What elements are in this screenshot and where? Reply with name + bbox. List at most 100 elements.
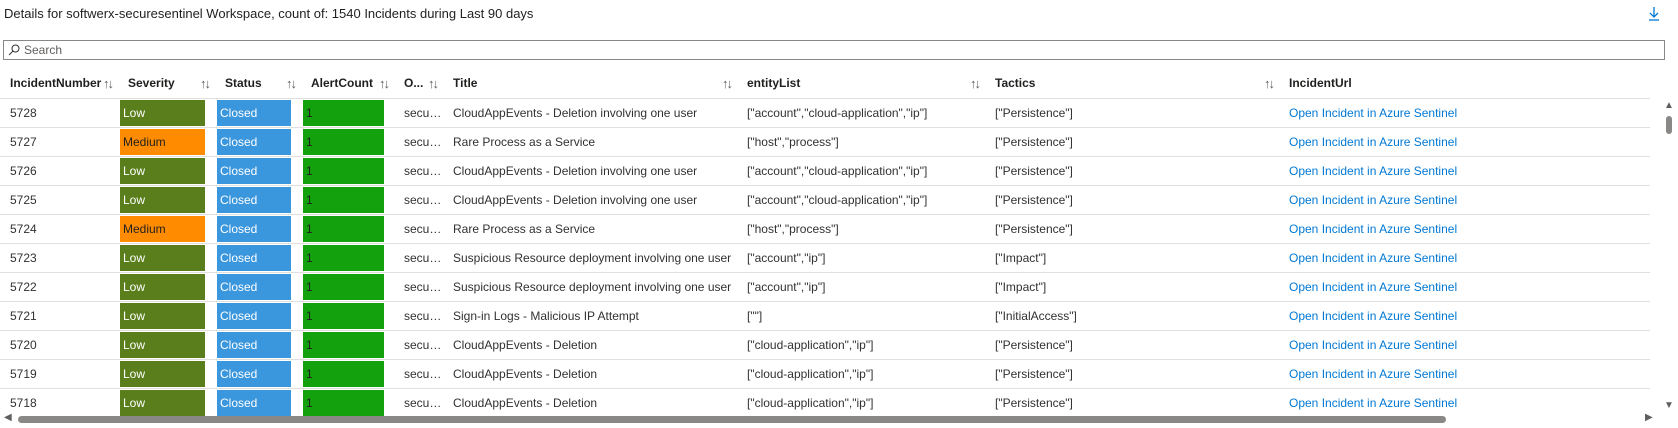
- open-incident-link[interactable]: Open Incident in Azure Sentinel: [1289, 309, 1457, 323]
- entities-cell: [""]: [737, 301, 985, 331]
- number-cell: 5722: [0, 272, 118, 302]
- open-incident-link[interactable]: Open Incident in Azure Sentinel: [1289, 251, 1457, 265]
- open-incident-link[interactable]: Open Incident in Azure Sentinel: [1289, 193, 1457, 207]
- column-header-status[interactable]: Status ↑↓: [215, 68, 301, 99]
- open-incident-link[interactable]: Open Incident in Azure Sentinel: [1289, 135, 1457, 149]
- table-row[interactable]: 5728Low Closed 1 secure...CloudAppEvents - …: [0, 98, 1650, 128]
- sort-icon[interactable]: ↑↓: [1264, 76, 1275, 91]
- vertical-scrollbar[interactable]: ▲ ▼: [1662, 100, 1676, 416]
- owner-cell: secure...: [394, 272, 443, 302]
- open-incident-link[interactable]: Open Incident in Azure Sentinel: [1289, 396, 1457, 410]
- column-header-owner[interactable]: O... ↑↓: [394, 68, 443, 99]
- entities-cell: ["account","cloud-application","ip"]: [737, 98, 985, 128]
- status-cell: Closed: [217, 303, 291, 329]
- owner-cell: secure...: [394, 214, 443, 244]
- number-cell: 5721: [0, 301, 118, 331]
- open-incident-link[interactable]: Open Incident in Azure Sentinel: [1289, 164, 1457, 178]
- severity-cell: Low: [120, 332, 205, 358]
- horizontal-scrollbar[interactable]: ◀ ▶: [0, 412, 1660, 426]
- sort-icon[interactable]: ↑↓: [428, 76, 439, 91]
- open-incident-link[interactable]: Open Incident in Azure Sentinel: [1289, 106, 1457, 120]
- table-row[interactable]: 5726Low Closed 1 secure...CloudAppEvents - …: [0, 156, 1650, 186]
- alerts-cell: 1: [303, 303, 384, 329]
- severity-cell: Low: [120, 100, 205, 126]
- open-incident-link[interactable]: Open Incident in Azure Sentinel: [1289, 338, 1457, 352]
- entities-cell: ["account","ip"]: [737, 243, 985, 273]
- owner-cell: secure...: [394, 98, 443, 128]
- entities-cell: ["host","process"]: [737, 214, 985, 244]
- tactics-cell: ["Persistence"]: [985, 359, 1279, 389]
- column-header-label: IncidentNumber: [10, 76, 102, 90]
- column-header-label: entityList: [747, 76, 801, 90]
- scroll-right-icon[interactable]: ▶: [1645, 412, 1653, 423]
- table-row[interactable]: 5722Low Closed 1 secure...Suspicious Resour…: [0, 272, 1650, 302]
- number-cell: 5723: [0, 243, 118, 273]
- table-row[interactable]: 5723Low Closed 1 secure...Suspicious Resour…: [0, 243, 1650, 273]
- table-row[interactable]: 5720Low Closed 1 secure...CloudAppEvents - …: [0, 330, 1650, 360]
- scroll-up-icon[interactable]: ▲: [1664, 100, 1674, 111]
- table-row[interactable]: 5724Medium Closed 1 secure...Rare Process a…: [0, 214, 1650, 244]
- column-header-label: Severity: [128, 76, 175, 90]
- table-row[interactable]: 5725Low Closed 1 secure...CloudAppEvents - …: [0, 185, 1650, 215]
- alerts-cell: 1: [303, 129, 384, 155]
- status-cell: Closed: [217, 100, 291, 126]
- column-header-number[interactable]: IncidentNumber ↑↓: [0, 68, 118, 99]
- severity-cell: Low: [120, 303, 205, 329]
- sort-icon[interactable]: ↑↓: [200, 76, 211, 91]
- alerts-cell: 1: [303, 216, 384, 242]
- vertical-scroll-thumb[interactable]: [1666, 116, 1672, 134]
- search-box: [3, 40, 1665, 60]
- tactics-cell: ["Persistence"]: [985, 156, 1279, 186]
- table-row[interactable]: 5721Low Closed 1 secure...Sign-in Logs - Ma…: [0, 301, 1650, 331]
- owner-cell: secure...: [394, 156, 443, 186]
- column-header-severity[interactable]: Severity ↑↓: [118, 68, 215, 99]
- sort-icon[interactable]: ↑↓: [722, 76, 733, 91]
- owner-cell: secure...: [394, 185, 443, 215]
- entities-cell: ["account","cloud-application","ip"]: [737, 156, 985, 186]
- severity-cell: Low: [120, 245, 205, 271]
- column-header-entities[interactable]: entityList ↑↓: [737, 68, 985, 99]
- title-cell: Rare Process as a Service: [443, 214, 737, 244]
- status-cell: Closed: [217, 361, 291, 387]
- open-incident-link[interactable]: Open Incident in Azure Sentinel: [1289, 280, 1457, 294]
- open-incident-link[interactable]: Open Incident in Azure Sentinel: [1289, 367, 1457, 381]
- column-header-title[interactable]: Title ↑↓: [443, 68, 737, 99]
- sort-icon[interactable]: ↑↓: [970, 76, 981, 91]
- sort-icon[interactable]: ↑↓: [379, 76, 390, 91]
- owner-cell: secure...: [394, 301, 443, 331]
- incidents-table: IncidentNumber ↑↓ Severity ↑↓ Status ↑↓ AlertC…: [0, 68, 1650, 417]
- column-header-label: O...: [404, 76, 424, 90]
- number-cell: 5725: [0, 185, 118, 215]
- open-incident-link[interactable]: Open Incident in Azure Sentinel: [1289, 222, 1457, 236]
- status-cell: Closed: [217, 332, 291, 358]
- table-row[interactable]: 5719Low Closed 1 secure...CloudAppEvents - …: [0, 359, 1650, 389]
- table-row[interactable]: 5727Medium Closed 1 secure...Rare Process a…: [0, 127, 1650, 157]
- scroll-down-icon[interactable]: ▼: [1664, 400, 1674, 411]
- severity-cell: Medium: [120, 216, 205, 242]
- title-cell: CloudAppEvents - Deletion: [443, 359, 737, 389]
- number-cell: 5724: [0, 214, 118, 244]
- entities-cell: ["account","cloud-application","ip"]: [737, 185, 985, 215]
- sort-icon[interactable]: ↑↓: [103, 76, 114, 91]
- alerts-cell: 1: [303, 274, 384, 300]
- page-title: Details for softwerx-securesentinel Work…: [4, 6, 534, 21]
- status-cell: Closed: [217, 245, 291, 271]
- scroll-left-icon[interactable]: ◀: [4, 412, 12, 423]
- download-icon[interactable]: [1644, 4, 1664, 24]
- alerts-cell: 1: [303, 187, 384, 213]
- column-header-alerts[interactable]: AlertCount ↑↓: [301, 68, 394, 99]
- entities-cell: ["host","process"]: [737, 127, 985, 157]
- owner-cell: secure...: [394, 359, 443, 389]
- status-cell: Closed: [217, 187, 291, 213]
- search-input[interactable]: [20, 42, 1624, 58]
- owner-cell: secure...: [394, 127, 443, 157]
- column-header-label: IncidentUrl: [1289, 76, 1352, 90]
- owner-cell: secure...: [394, 330, 443, 360]
- horizontal-scroll-thumb[interactable]: [18, 416, 1446, 423]
- column-header-label: Tactics: [995, 76, 1036, 90]
- column-header-tactics[interactable]: Tactics ↑↓: [985, 68, 1279, 99]
- search-icon: [8, 44, 20, 56]
- sort-icon[interactable]: ↑↓: [286, 76, 297, 91]
- column-header-url[interactable]: IncidentUrl: [1279, 68, 1650, 99]
- number-cell: 5720: [0, 330, 118, 360]
